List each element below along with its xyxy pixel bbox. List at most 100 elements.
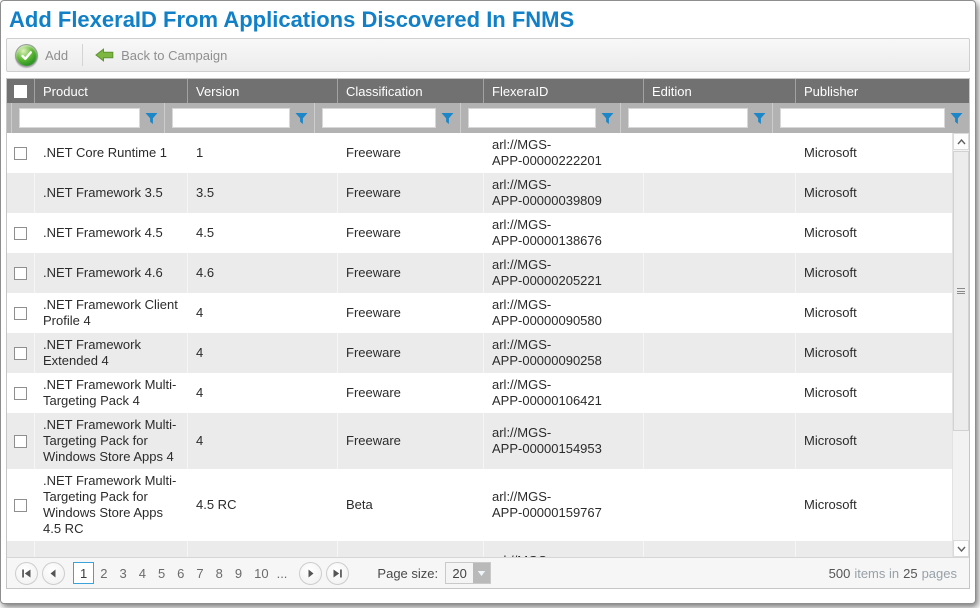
cell-publisher: Microsoft [795, 413, 952, 469]
row-checkbox[interactable] [14, 387, 27, 400]
cell-edition [643, 469, 795, 541]
cell-classification: Freeware [337, 173, 483, 213]
row-checkbox-cell [7, 213, 34, 253]
page-button-4[interactable]: 4 [133, 562, 152, 584]
page-size-dropdown-arrow-icon[interactable] [473, 563, 490, 583]
cell-product: .NET Framework 4.5 [34, 213, 187, 253]
toolbar: Add Back to Campaign [6, 38, 970, 72]
cell-version: 4 [187, 333, 337, 373]
cell-version: 3.5 [187, 173, 337, 213]
table-row[interactable]: .NET Core Runtime 1 1 Freeware arl://MGS… [7, 133, 952, 173]
table-row[interactable]: .NET Framework Multi-Targeting Pack for … [7, 413, 952, 469]
cell-classification: Freeware [337, 333, 483, 373]
cell-classification [337, 541, 483, 557]
row-checkbox[interactable] [14, 347, 27, 360]
row-checkbox-cell [7, 469, 34, 541]
scrollbar-thumb[interactable] [953, 151, 969, 431]
next-page-button[interactable] [299, 562, 322, 585]
cell-edition [643, 541, 795, 557]
row-checkbox-cell [7, 373, 34, 413]
add-button[interactable]: Add [15, 44, 68, 67]
filter-funnel-icon[interactable] [753, 112, 766, 125]
table-row[interactable]: .NET Framework Client Profile 4 4 Freewa… [7, 293, 952, 333]
column-header-edition[interactable]: Edition [643, 79, 795, 103]
cell-classification: Freeware [337, 213, 483, 253]
add-button-label: Add [45, 48, 68, 63]
page-button-3[interactable]: 3 [113, 562, 132, 584]
cell-product: .NET Core Runtime 1 [34, 133, 187, 173]
page-button-8[interactable]: 8 [210, 562, 229, 584]
filter-funnel-icon[interactable] [950, 112, 963, 125]
column-header-publisher[interactable]: Publisher [795, 79, 969, 103]
scroll-down-icon[interactable] [953, 540, 969, 557]
row-checkbox[interactable] [14, 227, 27, 240]
table-row[interactable]: .NET Framework Extended 4 4 Freeware arl… [7, 333, 952, 373]
filter-cell-edition [620, 103, 772, 133]
table-row[interactable]: .NET Framework Multi-Targeting Pack 4 4 … [7, 373, 952, 413]
table-row[interactable]: .NET Framework 4.6 4.6 Freeware arl://MG… [7, 253, 952, 293]
row-checkbox[interactable] [14, 267, 27, 280]
app-window: Add FlexeraID From Applications Discover… [0, 0, 976, 604]
vertical-scrollbar[interactable] [952, 133, 969, 557]
filter-input-product[interactable] [19, 108, 140, 128]
filter-input-classification[interactable] [322, 108, 436, 128]
cell-flexera-id: arl://MGS- APP-00000106421 [483, 373, 643, 413]
last-page-button[interactable] [326, 562, 349, 585]
page-size-control: Page size: 20 [377, 562, 491, 584]
filter-funnel-icon[interactable] [601, 112, 614, 125]
cell-version [187, 541, 337, 557]
page-button-5[interactable]: 5 [152, 562, 171, 584]
page-button-6[interactable]: 6 [171, 562, 190, 584]
column-header-classification[interactable]: Classification [337, 79, 483, 103]
filter-input-publisher[interactable] [780, 108, 945, 128]
cell-product: .NET Framework Multi-Targeting Pack for … [34, 469, 187, 541]
page-button-1[interactable]: 1 [73, 562, 94, 584]
cell-version: 4 [187, 293, 337, 333]
row-checkbox-cell [7, 293, 34, 333]
table-row-partial[interactable]: arl://MGS- [7, 541, 952, 557]
back-to-campaign-button[interactable]: Back to Campaign [95, 48, 227, 63]
items-count: 500 [829, 566, 851, 581]
table-row[interactable]: .NET Framework 3.5 3.5 Freeware arl://MG… [7, 173, 952, 213]
pager-bar: 12345678910... Page size: 20 500items in… [7, 557, 969, 588]
row-checkbox[interactable] [14, 147, 27, 160]
cell-product: .NET Framework Extended 4 [34, 333, 187, 373]
cell-product [34, 541, 187, 557]
page-button-10[interactable]: 10 [248, 562, 274, 584]
scroll-up-icon[interactable] [953, 133, 969, 150]
page-button-7[interactable]: 7 [190, 562, 209, 584]
row-checkbox[interactable] [14, 435, 27, 448]
filter-input-edition[interactable] [628, 108, 748, 128]
cell-product: .NET Framework Multi-Targeting Pack 4 [34, 373, 187, 413]
prev-page-button[interactable] [42, 562, 65, 585]
filter-funnel-icon[interactable] [145, 112, 158, 125]
first-page-button[interactable] [15, 562, 38, 585]
table-row[interactable]: .NET Framework 4.5 4.5 Freeware arl://MG… [7, 213, 952, 253]
filter-cell-version [164, 103, 314, 133]
cell-publisher: Microsoft [795, 373, 952, 413]
cell-classification: Freeware [337, 133, 483, 173]
page-button-2[interactable]: 2 [94, 562, 113, 584]
row-checkbox[interactable] [14, 499, 27, 512]
row-checkbox[interactable] [14, 307, 27, 320]
pages-count: 25 [903, 566, 917, 581]
column-header-flexera_id[interactable]: FlexeraID [483, 79, 643, 103]
filter-funnel-icon[interactable] [295, 112, 308, 125]
select-all-checkbox[interactable] [14, 85, 27, 98]
row-checkbox-cell [7, 541, 34, 557]
cell-publisher: Microsoft [795, 213, 952, 253]
cell-flexera-id: arl://MGS- APP-00000222201 [483, 133, 643, 173]
row-checkbox-cell [7, 253, 34, 293]
table-row[interactable]: .NET Framework Multi-Targeting Pack for … [7, 469, 952, 541]
filter-cell-classification [314, 103, 460, 133]
filter-input-flexera_id[interactable] [468, 108, 596, 128]
page-size-dropdown[interactable]: 20 [445, 562, 491, 584]
cell-flexera-id: arl://MGS- [483, 541, 643, 557]
cell-publisher [795, 541, 952, 557]
page-button-9[interactable]: 9 [229, 562, 248, 584]
filter-funnel-icon[interactable] [441, 112, 454, 125]
cell-publisher: Microsoft [795, 293, 952, 333]
filter-input-version[interactable] [172, 108, 290, 128]
column-header-product[interactable]: Product [34, 79, 187, 103]
column-header-version[interactable]: Version [187, 79, 337, 103]
